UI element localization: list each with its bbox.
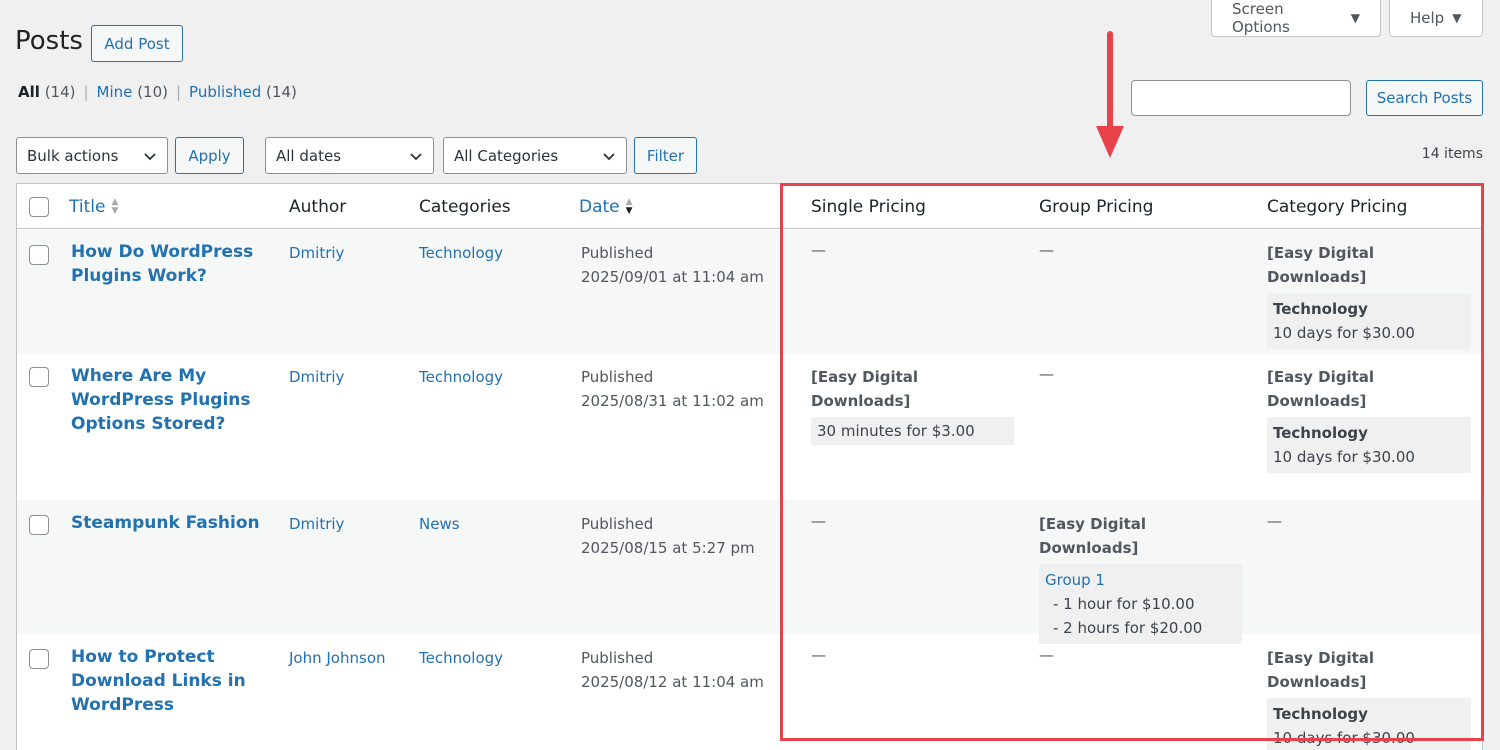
page-title: Posts [15,26,83,56]
category-pricing: [Easy Digital Downloads] Technology 10 d… [1267,646,1471,750]
posts-table: Title ▲ ▼ Author Categories Date ▲ ▼ Singl… [16,183,1483,750]
post-title-link[interactable]: How Do WordPress Plugins Work? [71,240,271,288]
group-pricing-empty: — [1039,241,1054,259]
post-title-link[interactable]: Where Are My WordPress Plugins Options S… [71,364,271,436]
row-checkbox[interactable] [29,367,49,387]
post-date: Published 2025/08/15 at 5:27 pm [581,515,755,557]
price-box: Group 1 - 1 hour for $10.00 - 2 hours fo… [1039,564,1242,644]
column-title[interactable]: Title ▲ ▼ [69,184,118,229]
help-label: Help [1410,9,1445,27]
category-link[interactable]: Technology [419,365,503,389]
column-categories: Categories [419,196,511,217]
separator: | [83,83,89,101]
post-title-link[interactable]: How to Protect Download Links in WordPre… [71,645,271,717]
category-link[interactable]: News [419,512,460,536]
add-post-button[interactable]: Add Post [91,25,183,62]
sort-icon: ▲ ▼ [111,196,119,216]
author-link[interactable]: Dmitriy [289,241,344,265]
table-row: Steampunk Fashion Dmitriy News Published… [17,500,1482,644]
search-input[interactable] [1131,80,1351,116]
group-pricing-empty: — [1039,365,1054,383]
category-pricing-empty: — [1267,512,1282,530]
status-filter-links: All (14) | Mine (10) | Published (14) [18,83,297,101]
author-link[interactable]: Dmitriy [289,365,344,389]
single-pricing-empty: — [811,241,826,259]
row-checkbox[interactable] [29,649,49,669]
price-box: Technology 10 days for $30.00 [1267,698,1471,750]
chevron-down-icon [603,152,615,160]
row-checkbox[interactable] [29,245,49,265]
group-link[interactable]: Group 1 [1045,568,1236,592]
chevron-down-icon [144,152,156,160]
table-row: How Do WordPress Plugins Work? Dmitriy T… [17,230,1482,354]
filter-mine[interactable]: Mine (10) [97,83,168,101]
filter-all[interactable]: All (14) [18,83,75,101]
search-posts-button[interactable]: Search Posts [1366,80,1483,116]
caret-down-icon: ▼ [1350,11,1360,25]
category-pricing: [Easy Digital Downloads] Technology 10 d… [1267,241,1471,349]
apply-button[interactable]: Apply [175,137,244,174]
group-pricing: [Easy Digital Downloads] Group 1 - 1 hou… [1039,512,1242,644]
column-single-pricing: Single Pricing [811,196,926,217]
column-date[interactable]: Date ▲ ▼ [579,184,633,229]
category-pricing: [Easy Digital Downloads] Technology 10 d… [1267,365,1471,473]
bulk-actions-select[interactable]: Bulk actions [16,137,168,174]
arrow-down-icon [1096,31,1124,158]
post-date: Published 2025/08/31 at 11:02 am [581,368,764,410]
single-pricing-empty: — [811,512,826,530]
categories-value: All Categories [454,146,559,165]
column-date-label: Date [579,196,620,217]
table-row: How to Protect Download Links in WordPre… [17,634,1482,750]
column-category-pricing: Category Pricing [1267,196,1408,217]
separator: | [175,83,182,101]
table-row: Where Are My WordPress Plugins Options S… [17,354,1482,500]
price-box: Technology 10 days for $30.00 [1267,417,1471,473]
filter-published[interactable]: Published (14) [189,83,297,101]
single-pricing: [Easy Digital Downloads] 30 minutes for … [811,365,1014,445]
single-pricing-empty: — [811,646,826,664]
bulk-actions-value: Bulk actions [27,146,119,165]
chevron-down-icon [410,152,422,160]
items-count: 14 items [1421,146,1483,162]
column-author: Author [289,196,347,217]
table-header: Title ▲ ▼ Author Categories Date ▲ ▼ Singl… [17,184,1482,229]
row-checkbox[interactable] [29,515,49,535]
post-date: Published 2025/09/01 at 11:04 am [581,244,764,286]
post-title-link[interactable]: Steampunk Fashion [71,511,271,535]
screen-options-label: Screen Options [1232,0,1290,36]
screen-options-button[interactable]: Screen Options ▼ [1211,0,1381,37]
author-link[interactable]: Dmitriy [289,512,344,536]
categories-select[interactable]: All Categories [443,137,627,174]
sort-icon: ▲ ▼ [625,196,633,216]
author-link[interactable]: John Johnson [289,646,386,670]
column-title-label: Title [69,196,106,217]
category-link[interactable]: Technology [419,241,503,265]
select-all-checkbox[interactable] [29,197,49,217]
caret-down-icon: ▼ [1452,11,1462,25]
price-box: 30 minutes for $3.00 [811,417,1014,445]
dates-select[interactable]: All dates [265,137,434,174]
post-date: Published 2025/08/12 at 11:04 am [581,649,764,691]
dates-value: All dates [276,146,342,165]
help-button[interactable]: Help ▼ [1389,0,1483,37]
price-box: Technology 10 days for $30.00 [1267,293,1471,349]
column-group-pricing: Group Pricing [1039,196,1154,217]
category-link[interactable]: Technology [419,646,503,670]
filter-button[interactable]: Filter [634,137,697,174]
group-pricing-empty: — [1039,646,1054,664]
